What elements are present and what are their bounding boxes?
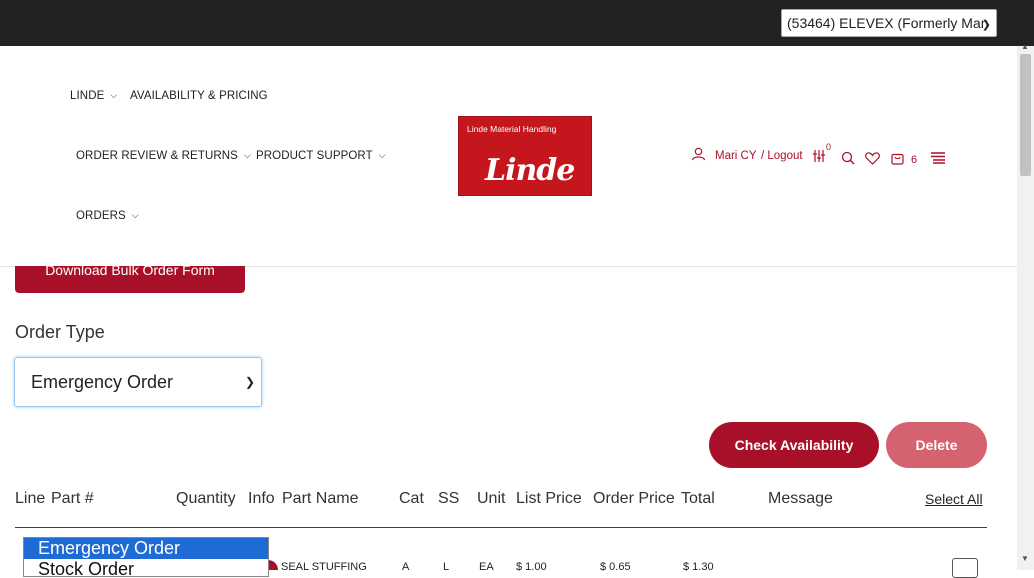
order-type-dropdown-list[interactable]: Emergency Order Stock Order — [23, 537, 269, 577]
nav-product-support[interactable]: PRODUCT SUPPORT ⌵ — [256, 150, 386, 162]
account-select[interactable]: (53464) ELEVEX (Formerly Man ❯ — [781, 9, 997, 37]
row-part-name: SEAL STUFFING — [281, 561, 367, 573]
account-select-value: (53464) ELEVEX (Formerly Man — [787, 15, 989, 31]
user-name[interactable]: Mari CY — [715, 150, 757, 162]
col-message: Message — [768, 490, 833, 507]
row-list-price: $ 1.00 — [516, 561, 547, 573]
nav-order-review-returns[interactable]: ORDER REVIEW & RETURNS ⌵ — [76, 150, 251, 162]
order-type-value: Emergency Order — [31, 372, 174, 392]
search-icon[interactable] — [841, 151, 855, 165]
col-cat: Cat — [399, 490, 424, 507]
order-type-label: Order Type — [15, 322, 105, 342]
col-part-number: Part # — [51, 490, 94, 507]
download-bulk-order-form-button[interactable]: Download Bulk Order Form — [15, 266, 245, 293]
option-emergency-order[interactable]: Emergency Order — [24, 538, 268, 559]
col-line: Line — [15, 490, 46, 507]
col-ss: SS — [438, 490, 460, 507]
order-type-select[interactable]: Emergency Order ❯ — [14, 357, 262, 407]
menu-icon[interactable] — [930, 152, 946, 164]
col-quantity: Quantity — [176, 490, 236, 507]
top-bar: (53464) ELEVEX (Formerly Man ❯ — [0, 0, 1034, 46]
row-order-price: $ 0.65 — [600, 561, 631, 573]
page-scrollbar[interactable]: ▲ ▼ — [1017, 42, 1034, 570]
row-ss: L — [443, 561, 450, 573]
chevron-down-icon: ⌵ — [378, 150, 386, 160]
table-header-divider — [15, 527, 987, 528]
col-part-name: Part Name — [282, 490, 359, 507]
delete-button[interactable]: Delete — [886, 422, 987, 468]
nav-orders-label: ORDERS — [76, 210, 126, 222]
nav-product-support-label: PRODUCT SUPPORT — [256, 150, 373, 162]
user-icon — [691, 147, 706, 161]
linde-logo[interactable]: Linde Material Handling Linde — [458, 116, 592, 196]
chevron-down-icon: ❯ — [244, 375, 255, 389]
compare-icon[interactable] — [812, 150, 826, 162]
col-order-price: Order Price — [593, 490, 675, 507]
cart-count: 6 — [911, 154, 918, 166]
nav-orders[interactable]: ORDERS ⌵ — [76, 210, 139, 222]
nav-linde[interactable]: LINDE ⌵ — [70, 90, 117, 102]
site-header: LINDE ⌵ AVAILABILITY & PRICING ORDER REVI… — [0, 46, 1017, 267]
row-indicator — [268, 560, 278, 570]
logo-subtitle: Linde Material Handling — [467, 124, 557, 134]
nav-order-review-label: ORDER REVIEW & RETURNS — [76, 150, 238, 162]
logo-wordmark: Linde — [485, 153, 575, 188]
chevron-down-icon: ❯ — [981, 19, 991, 31]
chevron-down-icon: ⌵ — [131, 210, 139, 220]
scroll-down-arrow-icon[interactable]: ▼ — [1021, 554, 1029, 563]
select-all-link[interactable]: Select All — [925, 491, 983, 507]
row-unit: EA — [479, 561, 494, 573]
check-availability-button[interactable]: Check Availability — [709, 422, 879, 468]
cart-icon[interactable] — [891, 151, 904, 165]
row-cat: A — [402, 561, 410, 573]
heart-icon[interactable] — [865, 152, 880, 165]
scrollbar-thumb[interactable] — [1020, 54, 1031, 176]
row-select-checkbox[interactable] — [952, 558, 978, 578]
chevron-down-icon: ⌵ — [110, 90, 118, 100]
nav-availability-pricing[interactable]: AVAILABILITY & PRICING — [130, 90, 268, 102]
col-unit: Unit — [477, 490, 506, 507]
row-total: $ 1.30 — [683, 561, 714, 573]
logout-link[interactable]: / Logout — [761, 150, 803, 162]
option-stock-order[interactable]: Stock Order — [24, 559, 268, 576]
col-list-price: List Price — [516, 490, 582, 507]
scroll-up-arrow-icon[interactable]: ▲ — [1021, 42, 1029, 51]
nav-linde-label: LINDE — [70, 90, 105, 102]
chevron-down-icon: ⌵ — [243, 150, 251, 160]
col-info: Info — [248, 490, 275, 507]
col-total: Total — [681, 490, 715, 507]
compare-count: 0 — [826, 142, 832, 152]
